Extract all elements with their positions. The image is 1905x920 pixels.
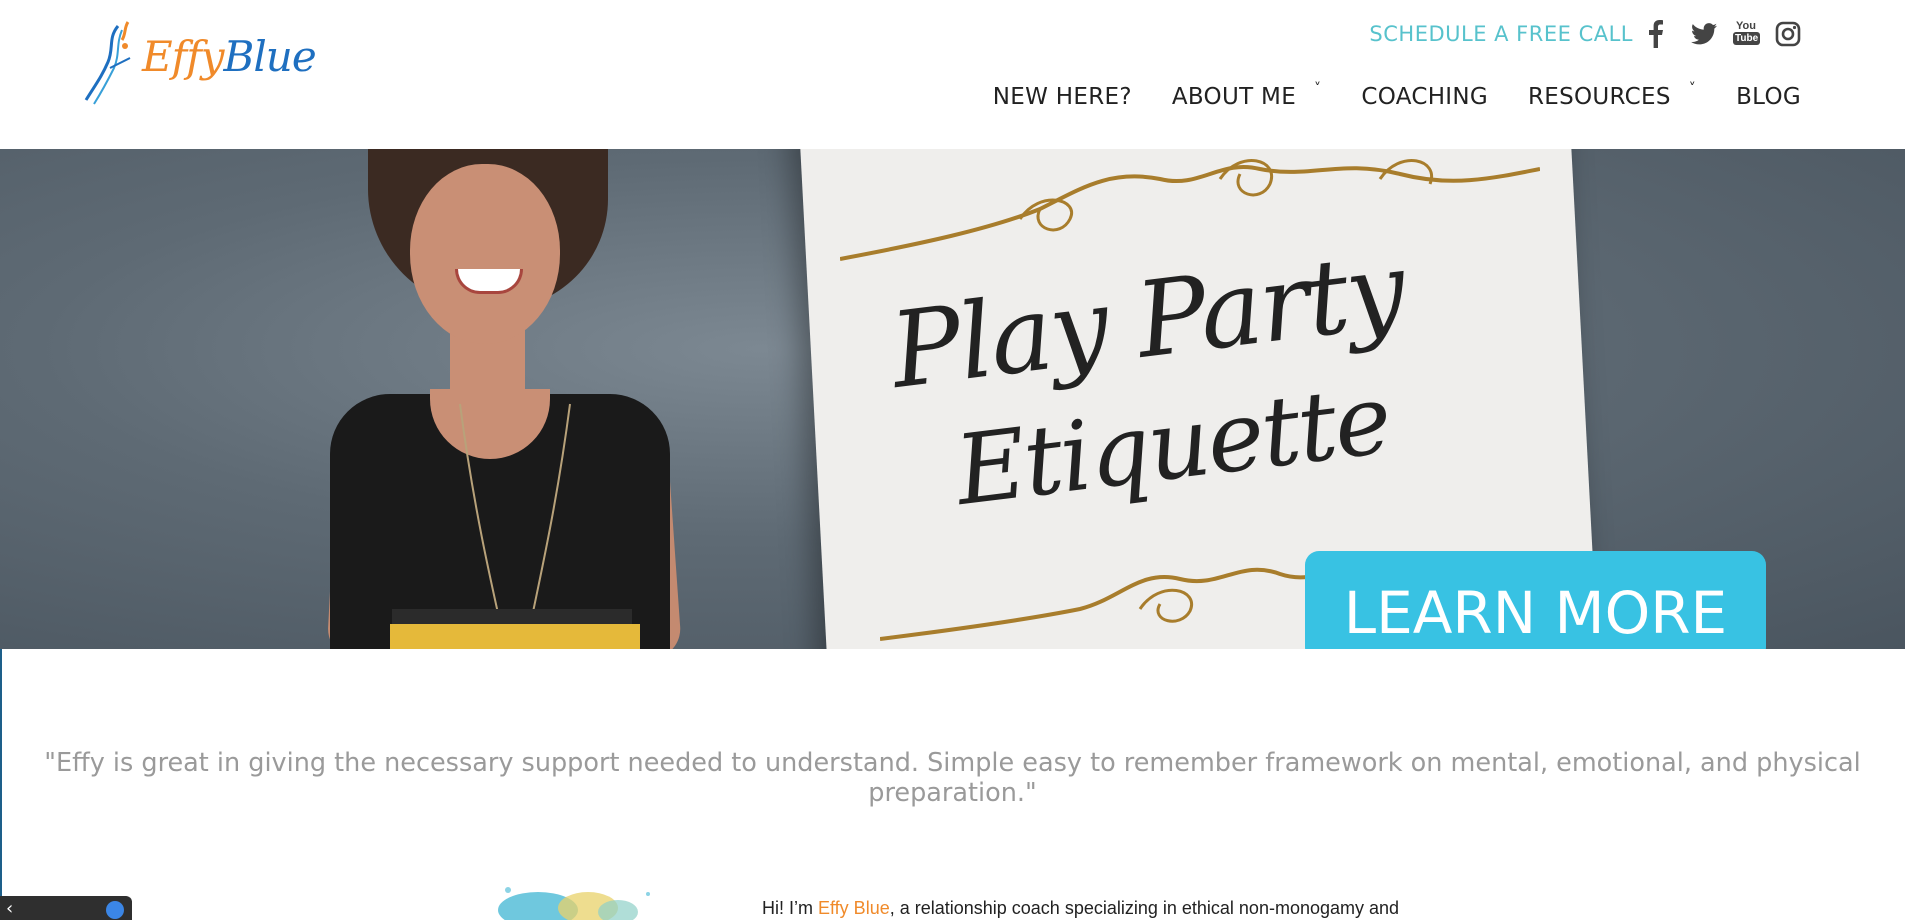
chat-widget-tab[interactable]: ‹: [0, 896, 132, 920]
learn-more-button[interactable]: LEARN MORE: [1305, 551, 1766, 649]
intro-paragraph: Hi! I’m Effy Blue, a relationship coach …: [762, 898, 1399, 919]
nav-new-here[interactable]: NEW HERE?: [993, 84, 1132, 110]
intro-name-link[interactable]: Effy Blue: [818, 898, 890, 918]
header-topbar: SCHEDULE A FREE CALL You Tube: [1369, 20, 1801, 48]
hero-banner[interactable]: Play Party Etiquette LEARN MORE: [0, 149, 1905, 649]
hero-photo-face: [410, 164, 560, 344]
hero-photo-skirt: [390, 624, 640, 649]
schedule-call-link[interactable]: SCHEDULE A FREE CALL: [1369, 22, 1633, 46]
gold-ornament-bottom: [880, 562, 1360, 641]
watercolor-splash-image: [498, 887, 650, 920]
site-logo[interactable]: EffyBlue: [78, 18, 317, 110]
nav-about-me-label: ABOUT ME: [1171, 84, 1297, 110]
site-header: EffyBlue SCHEDULE A FREE CALL You Tube N…: [0, 0, 1905, 149]
main-nav: NEW HERE? ABOUT ME ˅ COACHING RESOURCES ˅ …: [993, 81, 1801, 110]
nav-new-here-label: NEW HERE?: [992, 84, 1132, 110]
nav-blog[interactable]: BLOG: [1736, 84, 1801, 110]
youtube-icon-top-label: You: [1736, 20, 1756, 32]
chevron-left-icon[interactable]: ‹: [6, 898, 13, 919]
intro-suffix: , a relationship coach specializing in e…: [889, 898, 1400, 918]
facebook-icon[interactable]: [1649, 20, 1675, 48]
nav-about-me[interactable]: ABOUT ME ˅: [1171, 81, 1322, 110]
intro-prefix: Hi! I’m: [762, 898, 818, 918]
nav-resources[interactable]: RESOURCES ˅: [1528, 81, 1696, 110]
testimonial-quote: "Effy is great in giving the necessary s…: [44, 747, 1861, 808]
chevron-down-icon[interactable]: ˅: [1314, 81, 1321, 97]
logo-figure-icon: [84, 21, 131, 105]
logo-word-blue: Blue: [223, 32, 316, 81]
nav-blog-label: BLOG: [1736, 84, 1801, 110]
nav-resources-label: RESOURCES: [1528, 84, 1671, 110]
nav-coaching[interactable]: COACHING: [1361, 84, 1488, 110]
youtube-icon-bottom-label: Tube: [1733, 32, 1761, 45]
chevron-down-icon[interactable]: ˅: [1689, 81, 1696, 97]
gold-ornament-top: [840, 159, 1540, 261]
instagram-icon[interactable]: [1775, 20, 1801, 48]
logo-word-effy: Effy: [142, 32, 224, 81]
youtube-icon[interactable]: You Tube: [1733, 20, 1761, 48]
nav-coaching-label: COACHING: [1361, 84, 1488, 110]
logo-wordmark: EffyBlue: [142, 32, 317, 81]
twitter-icon[interactable]: [1691, 20, 1717, 48]
notification-badge-icon: [106, 901, 124, 919]
